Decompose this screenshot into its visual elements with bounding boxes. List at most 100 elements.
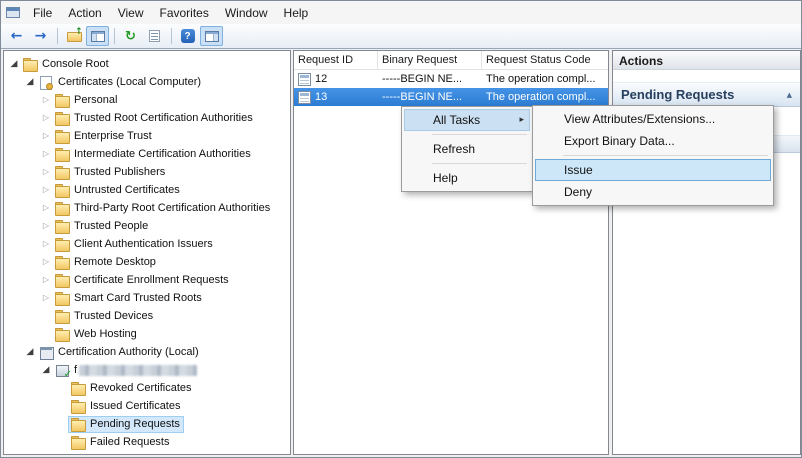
tree-item-label: Trusted Root Certification Authorities — [74, 112, 253, 124]
export-list-button[interactable] — [143, 26, 166, 46]
tree-item-label: Certification Authority (Local) — [58, 346, 199, 358]
menu-item-label: Help — [433, 171, 458, 185]
request-row[interactable]: 13-----BEGIN NE...The operation compl... — [294, 88, 608, 106]
expand-arrow-icon[interactable]: ▷ — [40, 235, 52, 253]
menu-item-refresh[interactable]: Refresh — [404, 138, 530, 160]
tree-item[interactable]: Revoked Certificates — [4, 379, 290, 397]
console-tree-icon — [91, 31, 105, 42]
tree-item-content: Trusted Devices — [52, 308, 157, 325]
collapse-arrow-icon[interactable]: ◢ — [40, 361, 52, 379]
forward-arrow-icon: → — [35, 29, 47, 43]
show-hide-action-pane-button[interactable] — [200, 26, 223, 46]
all-tasks-submenu: View Attributes/Extensions...Export Bina… — [532, 105, 774, 206]
up-one-level-icon — [67, 31, 81, 42]
show-hide-console-tree-button[interactable] — [86, 26, 109, 46]
forward-button[interactable]: → — [29, 26, 52, 46]
menu-item-view-attributes-extensions[interactable]: View Attributes/Extensions... — [535, 108, 771, 130]
request-id-cell: 13 — [294, 91, 378, 104]
request-status-cell: The operation compl... — [482, 91, 608, 103]
expand-arrow-icon[interactable]: ▷ — [40, 181, 52, 199]
tree-item[interactable]: ▷Untrusted Certificates — [4, 181, 290, 199]
expand-arrow-icon[interactable]: ▷ — [40, 145, 52, 163]
tree-item[interactable]: Web Hosting — [4, 325, 290, 343]
menu-item-issue[interactable]: Issue — [535, 159, 771, 181]
tree-item[interactable]: ▷Personal — [4, 91, 290, 109]
folder-icon — [54, 292, 70, 305]
menu-view-button[interactable]: View — [110, 3, 152, 23]
menu-item-all-tasks[interactable]: All Tasks▸ — [404, 109, 530, 131]
column-header-request-id[interactable]: Request ID — [294, 51, 378, 69]
collapse-arrow-icon[interactable]: ◢ — [8, 55, 20, 73]
menu-file-button[interactable]: File — [25, 3, 60, 23]
binary-request-cell: -----BEGIN NE... — [378, 73, 482, 85]
tree-item-content: f — [52, 362, 201, 379]
folder-icon — [70, 382, 86, 395]
menu-help-button[interactable]: Help — [276, 3, 317, 23]
tree-item-label: Trusted Devices — [74, 310, 153, 322]
help-button[interactable]: ? — [176, 26, 199, 46]
expand-arrow-icon[interactable]: ▷ — [40, 271, 52, 289]
collapse-arrow-icon[interactable]: ◢ — [24, 73, 36, 91]
tree-item[interactable]: ▷Remote Desktop — [4, 253, 290, 271]
menu-favorites-button[interactable]: Favorites — [152, 3, 217, 23]
back-button[interactable]: ← — [5, 26, 28, 46]
tree-item[interactable]: ▷Intermediate Certification Authorities — [4, 145, 290, 163]
toolbar-separator — [171, 28, 172, 44]
menu-separator — [563, 155, 768, 156]
tree-item-label: Web Hosting — [74, 328, 137, 340]
folder-icon — [54, 166, 70, 179]
folder-icon — [70, 418, 86, 431]
tree-item[interactable]: ◢Console Root — [4, 55, 290, 73]
collapse-arrow-icon[interactable]: ◢ — [24, 343, 36, 361]
tree-item[interactable]: ▷Smart Card Trusted Roots — [4, 289, 290, 307]
tree-item[interactable]: ▷Third-Party Root Certification Authorit… — [4, 199, 290, 217]
folder-icon — [54, 148, 70, 161]
tree-item[interactable]: ▷Enterprise Trust — [4, 127, 290, 145]
toolbar-separator — [57, 28, 58, 44]
back-arrow-icon: ← — [11, 29, 23, 43]
tree-item[interactable]: Issued Certificates — [4, 397, 290, 415]
expand-arrow-icon[interactable]: ▷ — [40, 217, 52, 235]
expand-arrow-icon[interactable]: ▷ — [40, 289, 52, 307]
menu-item-deny[interactable]: Deny — [535, 181, 771, 203]
mmc-window: FileActionViewFavoritesWindowHelp ←→↻? ◢… — [0, 0, 802, 458]
tree-item[interactable]: Trusted Devices — [4, 307, 290, 325]
tree-item[interactable]: ▷Trusted Publishers — [4, 163, 290, 181]
tree-item[interactable]: ◢f — [4, 361, 290, 379]
menu-action-button[interactable]: Action — [60, 3, 109, 23]
expand-arrow-icon[interactable]: ▷ — [40, 91, 52, 109]
action-pane-icon — [205, 31, 219, 42]
tree-item-label: Revoked Certificates — [90, 382, 192, 394]
tree-item[interactable]: ▷Client Authentication Issuers — [4, 235, 290, 253]
menu-item-help[interactable]: Help — [404, 167, 530, 189]
column-header-request-status-code[interactable]: Request Status Code — [482, 51, 608, 69]
submenu-arrow-icon: ▸ — [519, 110, 524, 130]
tree-item[interactable]: ▷Certificate Enrollment Requests — [4, 271, 290, 289]
tree-item-content: Console Root — [20, 56, 113, 73]
tree-item-content: Trusted Publishers — [52, 164, 169, 181]
expand-arrow-icon[interactable]: ▷ — [40, 163, 52, 181]
refresh-button[interactable]: ↻ — [119, 26, 142, 46]
request-row[interactable]: 12-----BEGIN NE...The operation compl... — [294, 70, 608, 88]
tree-item[interactable]: ◢ Certification Authority (Local) — [4, 343, 290, 361]
tree-item-content: Remote Desktop — [52, 254, 160, 271]
pending-requests-section-header[interactable]: Pending Requests ▲ — [613, 82, 800, 107]
tree-item[interactable]: Failed Requests — [4, 433, 290, 451]
tree-item[interactable]: ▷ Trusted Root Certification Authorities — [4, 109, 290, 127]
menu-item-label: Issue — [564, 163, 593, 177]
tree-item[interactable]: Pending Requests — [4, 415, 290, 433]
column-header-binary-request[interactable]: Binary Request — [378, 51, 482, 69]
collapse-chevron-icon[interactable]: ▲ — [787, 91, 792, 99]
tree-item[interactable]: ◢Certificates (Local Computer) — [4, 73, 290, 91]
expand-arrow-icon[interactable]: ▷ — [40, 109, 52, 127]
menu-item-export-binary-data[interactable]: Export Binary Data... — [535, 130, 771, 152]
folder-icon — [54, 256, 70, 269]
expand-arrow-icon[interactable]: ▷ — [40, 253, 52, 271]
expand-arrow-icon[interactable]: ▷ — [40, 127, 52, 145]
tree-item-content: Trusted Root Certification Authorities — [52, 110, 257, 127]
tree-item-label: Pending Requests — [90, 418, 180, 430]
tree-item[interactable]: ▷Trusted People — [4, 217, 290, 235]
menu-window-button[interactable]: Window — [217, 3, 276, 23]
up-one-level-button[interactable] — [62, 26, 85, 46]
expand-arrow-icon[interactable]: ▷ — [40, 199, 52, 217]
